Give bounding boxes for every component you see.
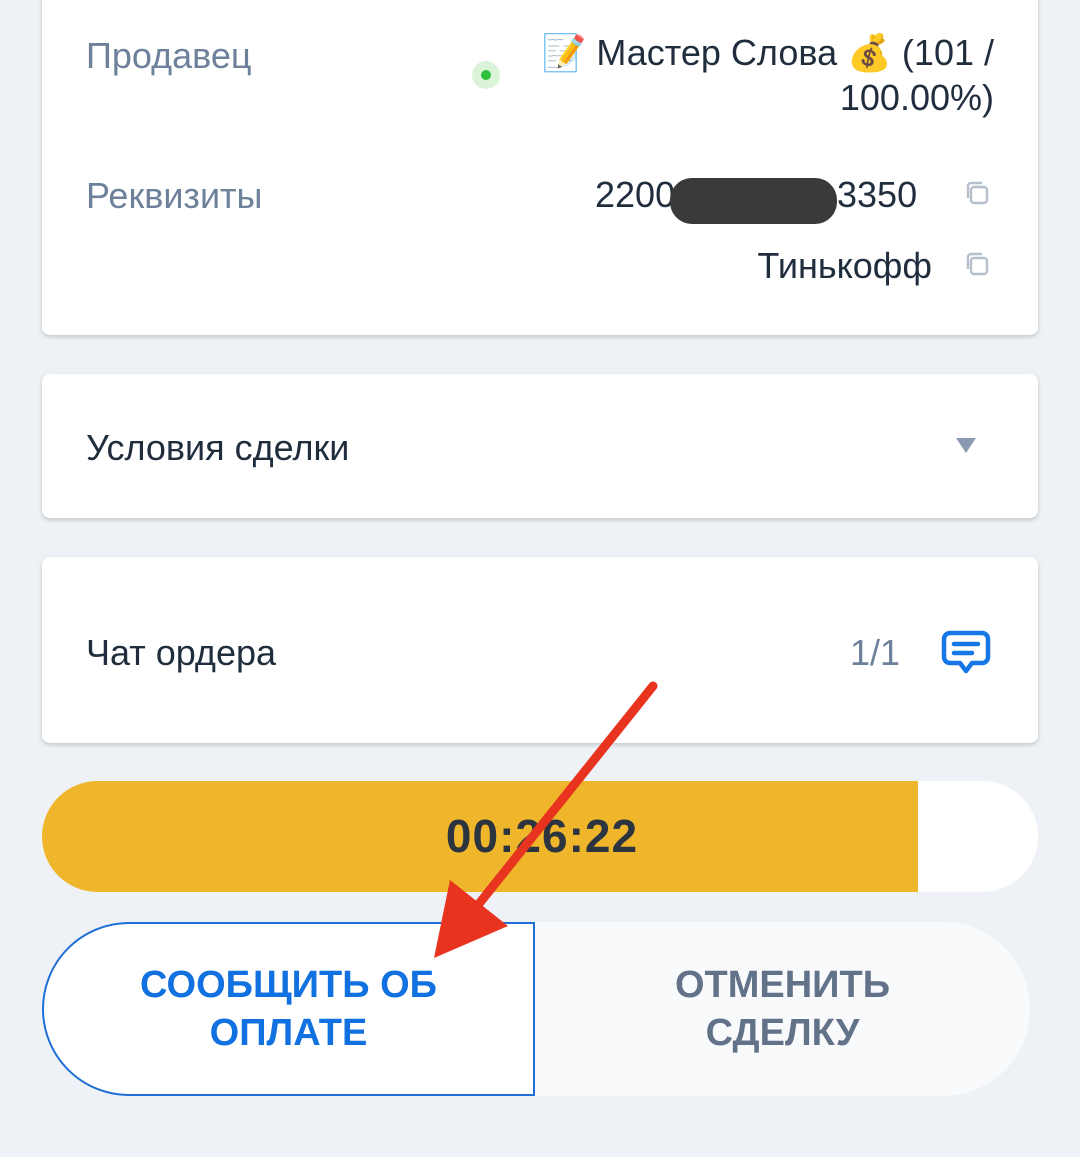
- report-payment-button[interactable]: СООБЩИТЬ ОБ ОПЛАТЕ: [42, 922, 535, 1096]
- requisites-label: Реквизиты: [86, 175, 263, 216]
- seller-name[interactable]: 📝 Мастер Слова 💰 (101 / 100.00%): [474, 30, 994, 120]
- chevron-down-icon: [956, 438, 976, 453]
- order-chat-label: Чат ордера: [86, 632, 277, 673]
- card-number-end: 3350: [837, 174, 918, 215]
- deal-terms-accordion[interactable]: Условия сделки: [42, 374, 1038, 518]
- chat-message-count: 1/1: [849, 632, 900, 673]
- copy-icon[interactable]: [963, 250, 991, 278]
- timer-value: 00:26:22: [445, 810, 639, 862]
- redaction-mask: [670, 178, 837, 224]
- seller-card: Продавец 📝 Мастер Слова 💰 (101 / 100.00%…: [42, 0, 1038, 335]
- deal-terms-label: Условия сделки: [86, 427, 350, 468]
- card-number: 2200 3350: [532, 174, 932, 224]
- seller-label: Продавец: [86, 35, 252, 76]
- order-chat-card[interactable]: Чат ордера 1/1: [42, 557, 1038, 743]
- chat-icon[interactable]: [940, 627, 992, 679]
- card-number-start: 2200: [595, 174, 676, 215]
- copy-icon[interactable]: [963, 179, 991, 207]
- cancel-deal-button[interactable]: ОТМЕНИТЬ СДЕЛКУ: [535, 922, 1030, 1096]
- bank-name: Тинькофф: [757, 245, 932, 286]
- payment-timer: 00:26:22: [42, 781, 1038, 892]
